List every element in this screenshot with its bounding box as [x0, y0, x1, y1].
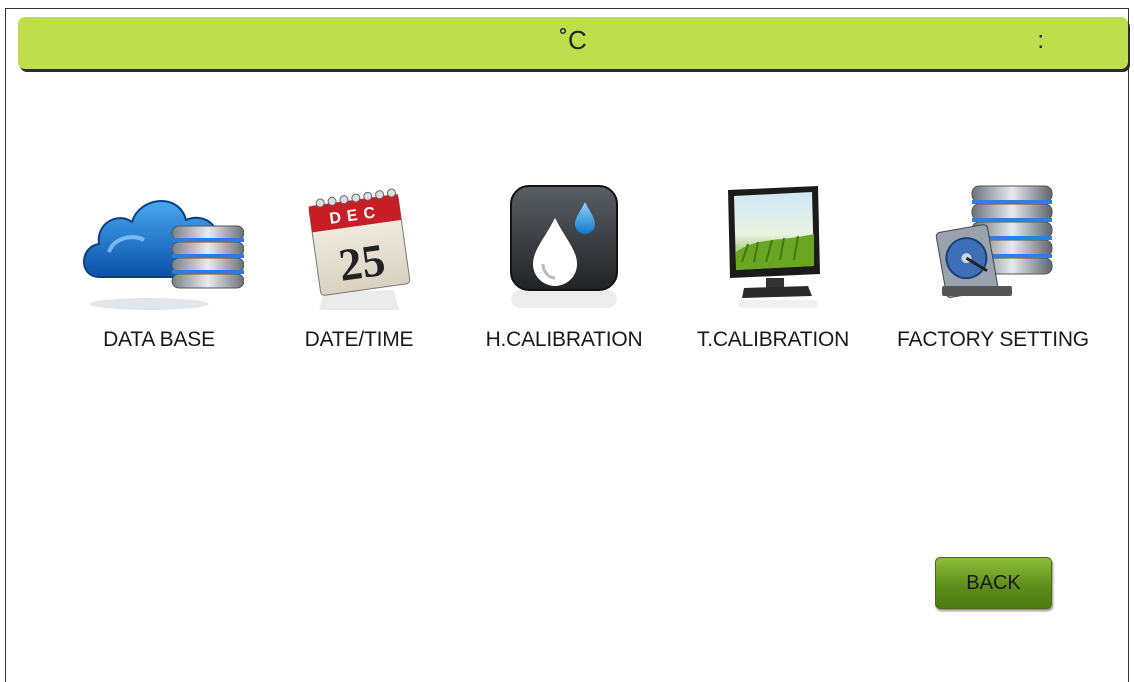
calendar-day: 25: [336, 234, 389, 291]
menu-item-database[interactable]: DATA BASE: [59, 182, 259, 362]
menu-label: H.CALIBRATION: [485, 328, 643, 351]
monitor-icon: [673, 182, 873, 312]
menu-label: DATE/TIME: [304, 328, 414, 351]
back-button[interactable]: BACK: [935, 557, 1052, 609]
menu-item-h-calibration[interactable]: H.CALIBRATION: [464, 182, 664, 362]
menu-label: DATA BASE: [103, 328, 215, 351]
menu-label: FACTORY SETTING: [897, 328, 1089, 351]
menu-item-t-calibration[interactable]: T.CALIBRATION: [673, 182, 873, 362]
clock-readout: :: [1037, 27, 1044, 54]
calendar-icon: DEC 25: [259, 182, 459, 312]
cloud-database-icon: [59, 182, 259, 312]
temperature-readout: ˚C: [559, 25, 587, 55]
server-harddisk-icon: [893, 182, 1093, 312]
menu-label: T.CALIBRATION: [696, 328, 850, 351]
status-bar: ˚C :: [18, 17, 1128, 69]
water-drop-icon: [464, 182, 664, 312]
menu-item-factory-setting[interactable]: FACTORY SETTING: [893, 182, 1093, 362]
menu-item-datetime[interactable]: DEC 25 DATE/TIME: [259, 182, 459, 362]
